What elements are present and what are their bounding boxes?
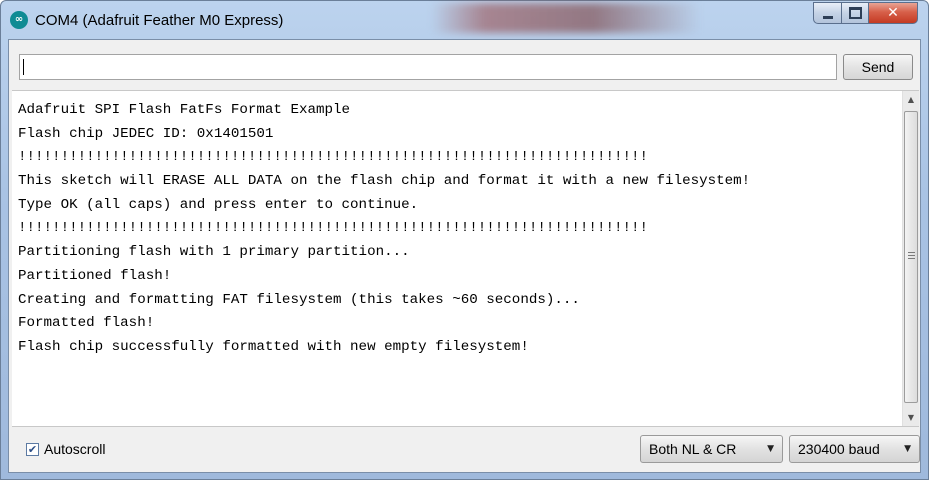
close-icon: ✕: [887, 5, 899, 21]
background-blur: [431, 3, 701, 33]
baud-rate-value: 230400 baud: [798, 441, 880, 457]
output-line: Creating and formatting FAT filesystem (…: [18, 291, 580, 308]
output-line: !!!!!!!!!!!!!!!!!!!!!!!!!!!!!!!!!!!!!!!!…: [18, 149, 649, 166]
maximize-icon: [848, 7, 862, 19]
checkbox-check-icon: ✔: [27, 442, 38, 456]
serial-output-pane[interactable]: Adafruit SPI Flash FatFs Format Example F…: [12, 90, 919, 427]
serial-input-field[interactable]: [19, 54, 837, 80]
output-line: Type OK (all caps) and press enter to co…: [18, 196, 419, 213]
line-ending-value: Both NL & CR: [649, 441, 737, 457]
output-line: Flash chip JEDEC ID: 0x1401501: [18, 125, 274, 142]
minimize-icon: [822, 15, 833, 19]
window-title: COM4 (Adafruit Feather M0 Express): [35, 12, 284, 29]
send-row: Send: [9, 40, 920, 90]
title-bar[interactable]: ∞ COM4 (Adafruit Feather M0 Express) ✕: [1, 1, 928, 39]
autoscroll-checkbox[interactable]: ✔: [26, 442, 39, 456]
minimize-button[interactable]: [813, 2, 842, 24]
autoscroll-label: Autoscroll: [44, 441, 106, 457]
dropdown-caret-icon: ▼: [904, 444, 911, 454]
output-line: Flash chip successfully formatted with n…: [18, 338, 529, 355]
output-line: Partitioning flash with 1 primary partit…: [18, 244, 410, 261]
output-line: This sketch will ERASE ALL DATA on the f…: [18, 173, 751, 190]
close-button[interactable]: ✕: [868, 2, 918, 24]
monitor-client-area: Send Adafruit SPI Flash FatFs Format Exa…: [8, 39, 921, 473]
serial-monitor-window: ∞ COM4 (Adafruit Feather M0 Express) ✕ S…: [0, 0, 929, 480]
scroll-up-icon[interactable]: ▲: [903, 91, 919, 108]
status-footer: ✔ Autoscroll Both NL & CR ▼ 230400 baud …: [9, 430, 920, 472]
send-button[interactable]: Send: [843, 54, 913, 80]
output-line: !!!!!!!!!!!!!!!!!!!!!!!!!!!!!!!!!!!!!!!!…: [18, 220, 649, 237]
line-ending-select[interactable]: Both NL & CR ▼: [640, 435, 783, 463]
autoscroll-toggle[interactable]: ✔ Autoscroll: [26, 441, 105, 457]
serial-output-text: Adafruit SPI Flash FatFs Format Example F…: [18, 99, 898, 360]
grip-icon: [908, 252, 915, 259]
vertical-scrollbar[interactable]: ▲ ▼: [902, 91, 919, 426]
arduino-logo-icon: ∞: [10, 11, 28, 29]
dropdown-caret-icon: ▼: [767, 444, 774, 454]
scrollbar-thumb[interactable]: [904, 111, 918, 403]
scroll-down-icon[interactable]: ▼: [903, 409, 919, 426]
output-line: Adafruit SPI Flash FatFs Format Example: [18, 102, 351, 118]
maximize-button[interactable]: [841, 2, 869, 24]
text-caret: [23, 59, 24, 75]
output-line: Partitioned flash!: [18, 267, 172, 284]
baud-rate-select[interactable]: 230400 baud ▼: [789, 435, 920, 463]
output-line: Formatted flash!: [18, 315, 155, 332]
